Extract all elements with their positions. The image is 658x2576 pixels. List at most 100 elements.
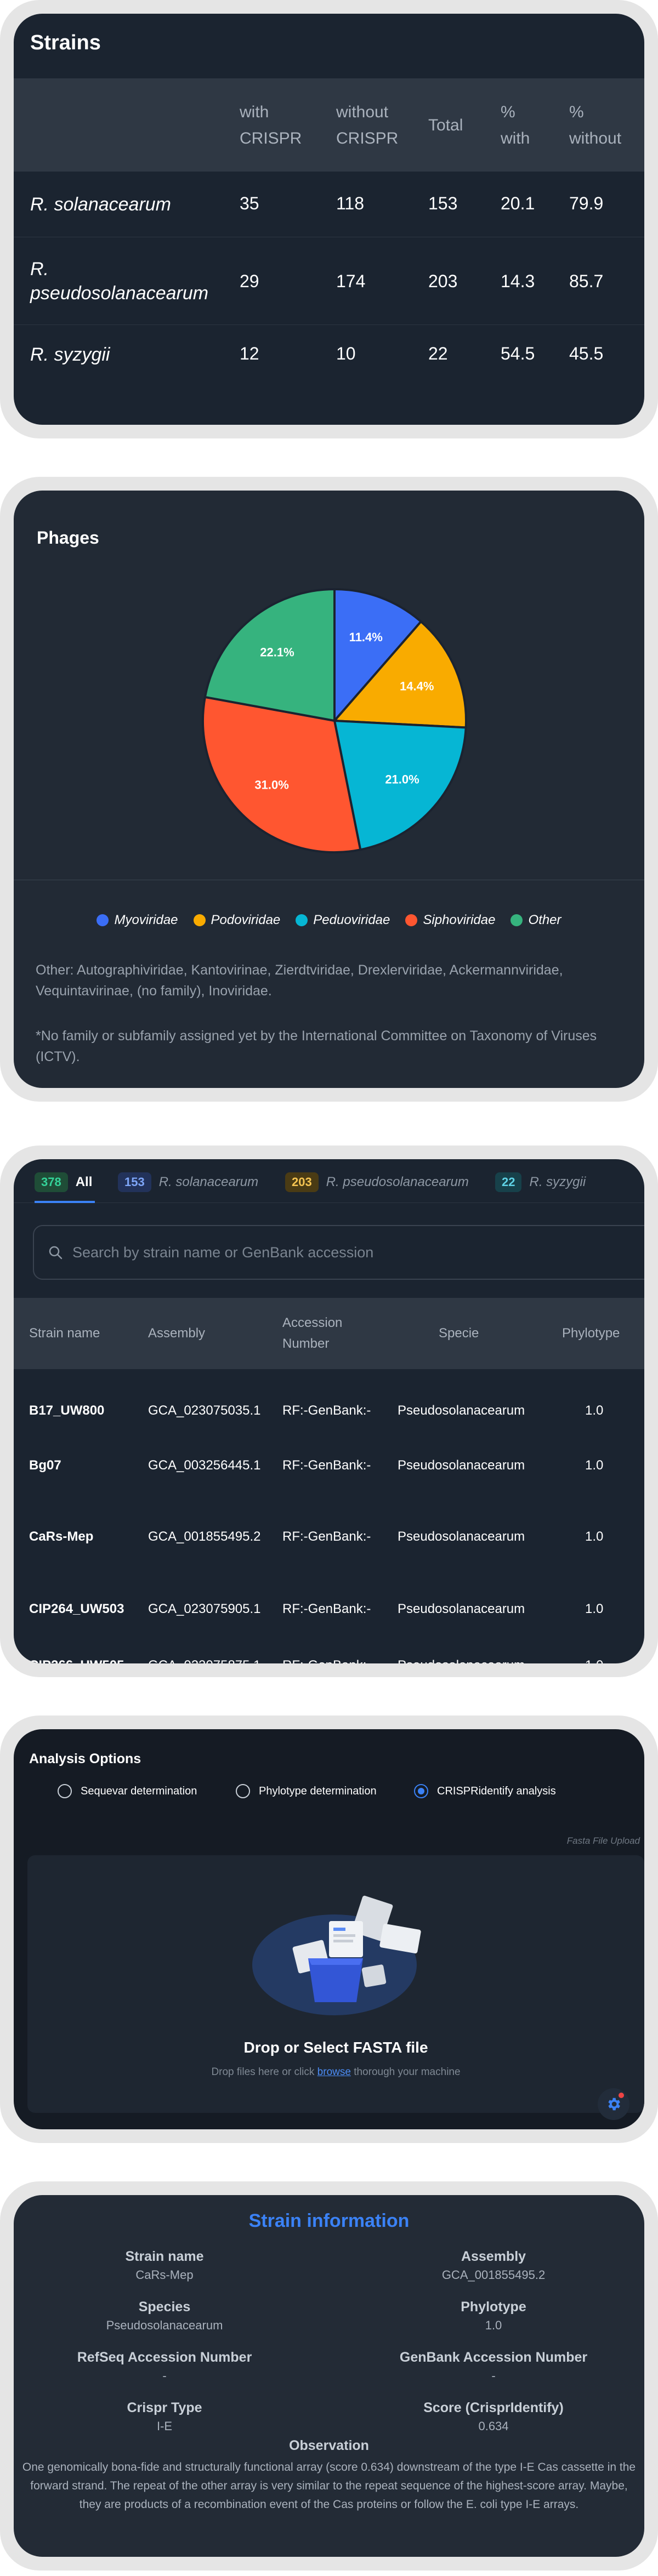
strain-info-card: Strain information Strain name CaRs-Mep … — [14, 2195, 644, 2557]
tab-label: R. pseudosolanacearum — [326, 1175, 469, 1189]
legend-label: Myoviridae — [114, 913, 178, 927]
accession-cell: RF:-GenBank:- — [282, 1658, 371, 1663]
settings-button[interactable] — [598, 2088, 629, 2120]
radio-circle-selected — [414, 1784, 428, 1798]
search-input[interactable] — [72, 1244, 566, 1261]
without-crispr-value: 174 — [336, 271, 366, 291]
column-pct-with: % with — [501, 103, 530, 147]
tab-count-badge: 203 — [285, 1172, 319, 1192]
analysis-card: Analysis Options Sequevar determination … — [14, 1729, 644, 2129]
drop-instructions-text: Drop files here or click — [211, 2066, 317, 2078]
tab-syzygii[interactable]: 22 R. syzygii — [495, 1170, 586, 1194]
accession-cell: RF:-GenBank:- — [282, 1529, 371, 1544]
pct-with-value: 14.3 — [501, 271, 535, 291]
legend-swatch — [193, 914, 206, 926]
tab-count-badge: 22 — [495, 1172, 522, 1192]
legend-label: Siphoviridae — [423, 913, 496, 927]
field-label: GenBank Accession Number — [399, 2350, 588, 2365]
phylotype-cell: 1.0 — [585, 1403, 604, 1418]
field-value: 0.634 — [478, 2419, 509, 2433]
radio-label: CRISPRidentify analysis — [437, 1785, 556, 1797]
column-with-crispr: with CRISPR — [240, 103, 302, 147]
legend-item-peduoviridae[interactable]: Peduoviridae — [296, 913, 390, 928]
radio-phylotype[interactable]: Phylotype determination — [236, 1784, 377, 1798]
with-crispr-value: 29 — [240, 271, 259, 291]
legend-label: Peduoviridae — [313, 913, 390, 927]
tab-count-badge: 378 — [35, 1172, 68, 1192]
tab-count-badge: 153 — [118, 1172, 151, 1192]
column-without-crispr: without CRISPR — [336, 103, 399, 147]
active-tab-indicator — [35, 1201, 95, 1203]
phages-card: Phages 11.4% 14.4% 21.0% 31.0% 22.1% Myoviri… — [14, 491, 644, 1088]
pie-data-label: 21.0% — [385, 773, 419, 787]
field-label: Strain name — [125, 2249, 204, 2264]
field-value: CaRs-Mep — [135, 2268, 194, 2282]
column-specie: Specie — [439, 1326, 479, 1341]
legend-item-podoviridae[interactable]: Podoviridae — [193, 913, 281, 928]
with-crispr-value: 12 — [240, 344, 259, 363]
analysis-panel-frame: Analysis Options Sequevar determination … — [0, 1716, 658, 2143]
species-name: R. solanacearum — [30, 194, 172, 215]
legend-label: Podoviridae — [211, 913, 281, 927]
strain-name-cell: CIP264_UW503 — [29, 1602, 124, 1616]
pie-data-label: 14.4% — [400, 679, 434, 693]
radio-circle — [236, 1784, 250, 1798]
observation-text: One genomically bona-fide and structural… — [22, 2461, 636, 2511]
pie-data-label: 11.4% — [349, 630, 383, 644]
strains-title: Strains — [30, 31, 101, 54]
table-row: R. pseudosolanacearum 29 174 203 14.3 85… — [14, 237, 644, 325]
specie-cell: Pseudosolanacearum — [398, 1458, 525, 1473]
strains-card: Strains with CRISPR without CRISPR Total… — [14, 14, 644, 425]
pct-without-value: 79.9 — [569, 193, 604, 213]
other-families-note: Other: Autographiviridae, Kantovirinae, … — [36, 962, 563, 999]
strain-list-card: 378 All 153 R. solanacearum 203 R. pseud… — [14, 1159, 644, 1663]
column-assembly: Assembly — [148, 1326, 206, 1341]
strain-name-cell: CaRs-Mep — [29, 1529, 94, 1544]
species-name: R. pseudosolanacearum — [30, 259, 209, 304]
accession-cell: RF:-GenBank:- — [282, 1403, 371, 1418]
phylotype-cell: 1.0 — [585, 1602, 604, 1616]
strain-table-header: Strain name Assembly Accession Number Sp… — [14, 1298, 644, 1369]
field-label: Assembly — [461, 2249, 526, 2264]
legend-item-other[interactable]: Other — [510, 913, 561, 928]
legend-item-myoviridae[interactable]: Myoviridae — [97, 913, 178, 928]
tab-pseudosolanacearum[interactable]: 203 R. pseudosolanacearum — [285, 1170, 469, 1194]
legend-swatch — [510, 914, 523, 926]
browse-link[interactable]: browse — [317, 2066, 351, 2078]
phylotype-cell: 1.0 — [585, 1458, 604, 1473]
legend-item-siphoviridae[interactable]: Siphoviridae — [405, 913, 495, 928]
field-value: GCA_001855495.2 — [441, 2268, 546, 2282]
tab-label: R. solanacearum — [158, 1175, 259, 1189]
tab-all[interactable]: 378 All — [35, 1170, 92, 1194]
search-box — [33, 1225, 644, 1280]
legend-swatch — [405, 914, 418, 926]
pct-with-value: 54.5 — [501, 344, 535, 363]
radio-label: Sequevar determination — [81, 1785, 197, 1797]
notification-dot — [619, 2093, 624, 2098]
table-row: R. syzygii 12 10 22 54.5 45.5 — [14, 325, 644, 385]
column-pct-without: % without — [569, 103, 622, 147]
fasta-dropzone[interactable]: Drop or Select FASTA file Drop files her… — [27, 1855, 644, 2113]
radio-crispridentify[interactable]: CRISPRidentify analysis — [414, 1784, 556, 1798]
field-value: Pseudosolanacearum — [106, 2318, 223, 2332]
search-icon — [49, 1246, 63, 1259]
specie-cell: Pseudosolanacearum — [398, 1602, 525, 1616]
tab-label: R. syzygii — [529, 1175, 586, 1189]
pct-with-value: 20.1 — [501, 193, 535, 213]
accession-cell: RF:-GenBank:- — [282, 1602, 371, 1616]
tab-label: All — [75, 1175, 93, 1189]
tab-solanacearum[interactable]: 153 R. solanacearum — [118, 1170, 258, 1194]
radio-sequevar[interactable]: Sequevar determination — [58, 1784, 197, 1798]
drop-instructions-text: thorough your machine — [350, 2066, 461, 2078]
specie-cell: Pseudosolanacearum — [398, 1658, 525, 1663]
pie-data-label: 22.1% — [260, 646, 294, 659]
radio-circle — [58, 1784, 72, 1798]
radio-label: Phylotype determination — [259, 1785, 377, 1797]
field-label: Phylotype — [461, 2299, 526, 2315]
species-name: R. syzygii — [30, 344, 110, 365]
field-label: Crispr Type — [127, 2400, 202, 2415]
analysis-title: Analysis Options — [29, 1751, 141, 1766]
legend-swatch — [97, 914, 109, 926]
phages-panel-frame: Phages 11.4% 14.4% 21.0% 31.0% 22.1% Myoviri… — [0, 477, 658, 1102]
assembly-cell: GCA_001855495.2 — [148, 1529, 261, 1544]
